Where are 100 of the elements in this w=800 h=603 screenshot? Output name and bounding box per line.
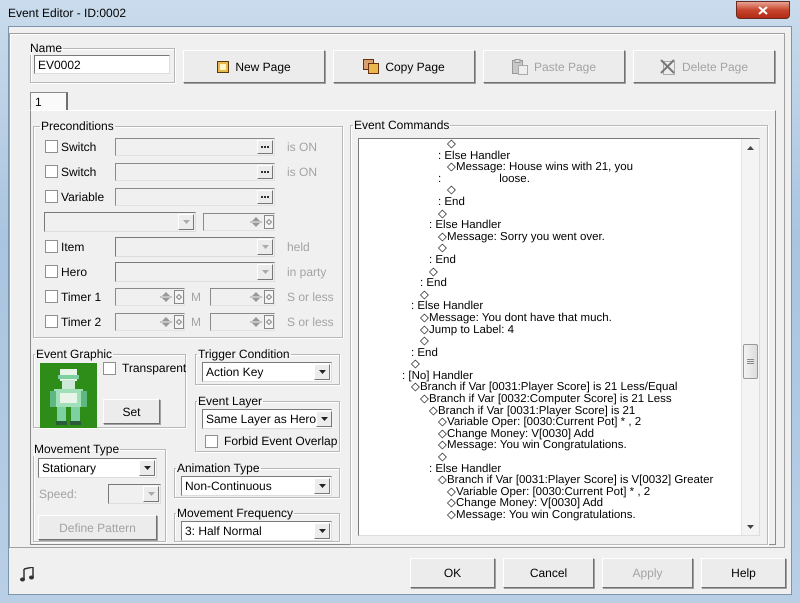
command-line[interactable]: ◇ (447, 139, 456, 151)
scroll-thumb[interactable] (743, 344, 758, 379)
animation-dropdown[interactable]: Non-Continuous (181, 476, 332, 496)
caret-icon (262, 244, 268, 248)
dropdown[interactable] (115, 262, 275, 282)
command-line[interactable]: : End (438, 196, 465, 209)
layer-dropdown[interactable]: Same Layer as Hero (202, 409, 332, 429)
condition-suffix: held (287, 240, 310, 254)
condition-suffix: S or less (287, 290, 334, 304)
spin-field[interactable] (210, 312, 275, 330)
unit-label: M (191, 290, 200, 304)
set-button[interactable]: Set (103, 399, 160, 424)
group-title: Preconditions (40, 120, 115, 133)
page-button[interactable]: Copy Page (333, 50, 475, 83)
page-button[interactable]: New Page (183, 50, 325, 83)
group-title: Name (29, 42, 64, 55)
group-title: Event Commands (353, 119, 450, 132)
frequency-dropdown[interactable]: 3: Half Normal (181, 521, 332, 541)
dialog-button[interactable]: Help (701, 558, 786, 588)
checkbox-label: Hero (61, 264, 88, 278)
caret-icon (262, 270, 268, 274)
browse-button[interactable] (257, 164, 273, 178)
checkbox-label: Switch (61, 140, 98, 154)
page-icon (217, 60, 230, 72)
command-line[interactable]: ◇Branch if Var [0031:Player Score] is 21 Less/Equal (411, 382, 678, 394)
command-line[interactable]: : End (420, 278, 447, 290)
caret-icon (320, 417, 328, 421)
selector-field[interactable] (115, 138, 275, 156)
command-line[interactable]: ◇ (420, 336, 429, 348)
condition-suffix: is ON (287, 164, 317, 178)
spin-field[interactable] (115, 288, 185, 306)
command-line[interactable]: ◇Message: You win Congratulations. (438, 440, 627, 452)
browse-button[interactable] (257, 190, 273, 204)
scrollbar[interactable] (741, 139, 759, 535)
diamond-icon (176, 294, 182, 300)
checkbox[interactable] (45, 290, 58, 303)
trigger-dropdown[interactable]: Action Key (202, 362, 332, 382)
spin-arrows-icon (249, 314, 263, 328)
command-line[interactable]: ◇Change Money: V[0030] Add (438, 428, 594, 440)
command-line[interactable]: ◇Message: House wins with 21, you (447, 162, 634, 174)
checkbox[interactable] (103, 362, 116, 374)
command-line[interactable]: ◇Variable Oper: [0030:Current Pot] * , 2 (438, 417, 642, 429)
selector-field[interactable] (115, 162, 275, 180)
copy-icon (363, 59, 380, 74)
command-line[interactable]: ◇ (438, 243, 447, 255)
command-line[interactable]: ◇ (420, 290, 429, 302)
movement-dropdown[interactable]: Stationary (38, 458, 157, 478)
command-line[interactable]: ◇ (447, 185, 456, 197)
command-line[interactable]: : Else Handler (411, 301, 484, 313)
checkbox[interactable] (45, 265, 58, 278)
command-line[interactable]: ◇Branch if Var [0031:Player Score] is V[0032] Greater (438, 475, 714, 487)
close-button[interactable] (736, 1, 790, 19)
command-line[interactable]: ◇ (438, 208, 447, 220)
browse-button[interactable] (257, 140, 273, 154)
checkbox-label: Variable (61, 190, 106, 204)
command-line[interactable]: ◇Jump to Label: 4 (420, 324, 514, 336)
command-line[interactable]: ◇Message: Sorry you went over. (438, 232, 605, 244)
command-line[interactable]: : Else Handler (429, 220, 502, 232)
command-line[interactable]: ◇Branch if Var [0031:Player Score] is 21 (429, 406, 636, 418)
checkbox[interactable] (45, 240, 58, 253)
window-title: Event Editor - ID:0002 (8, 6, 126, 20)
diamond-icon (266, 318, 272, 324)
condition-suffix: is ON (287, 140, 317, 154)
command-line[interactable]: ◇Change Money: V[0030] Add (447, 498, 604, 510)
command-line: loose. (499, 174, 530, 186)
command-line[interactable]: ◇Message: You dont have that much. (420, 312, 612, 324)
caret-icon (182, 220, 190, 224)
checkbox-label: Timer 2 (61, 314, 102, 328)
condition-suffix: S or less (287, 314, 334, 328)
selector-field[interactable] (115, 188, 275, 206)
command-line[interactable]: ◇Variable Oper: [0030:Current Pot] * , 2 (447, 486, 650, 498)
command-line[interactable]: ◇ (429, 266, 438, 278)
checkbox[interactable] (45, 165, 58, 178)
command-line[interactable]: : End (411, 348, 438, 360)
spin-field[interactable] (210, 288, 275, 306)
command-line[interactable]: : End (429, 254, 456, 267)
group-title: Trigger Condition (197, 348, 291, 361)
dropdown[interactable] (115, 236, 275, 256)
command-line[interactable]: ◇Message: You win Congratulations. (447, 510, 636, 522)
checkbox-label: Timer 1 (61, 290, 102, 304)
command-line[interactable]: ◇ (438, 452, 447, 464)
command-line[interactable]: ◇Branch if Var [0032:Computer Score] is 21 Less (420, 394, 672, 406)
checkbox[interactable] (45, 190, 58, 203)
spin-field[interactable] (115, 312, 185, 330)
caret-icon (318, 370, 326, 374)
command-line[interactable]: : Else Handler (438, 150, 510, 162)
up-arrow-icon (747, 146, 754, 150)
command-line[interactable]: : [No] Handler (402, 370, 473, 382)
dialog-button[interactable]: OK (410, 558, 495, 588)
spin-arrows-icon (249, 214, 263, 228)
checkbox[interactable] (45, 315, 58, 328)
name-field[interactable]: EV0002 (34, 55, 170, 74)
checkbox[interactable] (45, 140, 58, 153)
command-line[interactable]: ◇ (411, 359, 420, 371)
dialog-button[interactable]: Cancel (503, 558, 594, 588)
character-sprite-drawing (40, 363, 97, 428)
command-line[interactable]: : Else Handler (429, 464, 502, 476)
page-tab[interactable]: 1 (30, 92, 68, 110)
checkbox[interactable] (205, 434, 218, 448)
speed-dropdown[interactable] (108, 484, 161, 504)
